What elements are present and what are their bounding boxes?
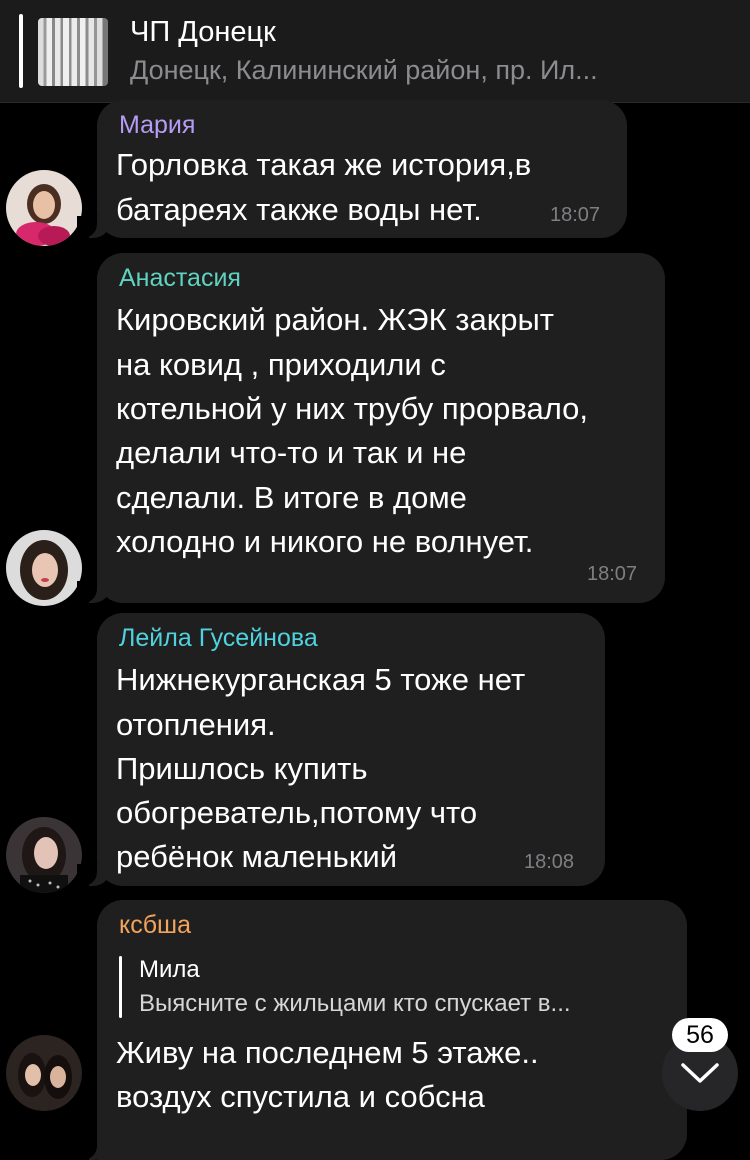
avatar-leila[interactable]: [6, 817, 82, 893]
message-bubble[interactable]: Мария Горловка такая же история,в батаре…: [77, 100, 627, 238]
message-text-line: на ковид , приходили с: [116, 347, 446, 382]
pinned-subtitle: Донецк, Калининский район, пр. Ил...: [130, 55, 598, 85]
message-text-line: ребёнок маленький: [116, 839, 398, 874]
unread-count-badge: 56: [672, 1018, 728, 1052]
message-time: 18:07: [550, 204, 601, 226]
message-text-line: Кировский район. ЖЭК закрыт: [116, 302, 554, 337]
reply-sender: Мила: [139, 956, 200, 983]
message-time: 18:08: [524, 851, 575, 873]
chevron-down-icon: [681, 1063, 719, 1083]
pinned-title: ЧП Донецк: [130, 16, 276, 48]
message-sender[interactable]: Анастасия: [119, 264, 241, 293]
message-bubble[interactable]: Лейла Гусейнова Нижнекурганская 5 тоже н…: [77, 613, 605, 886]
message-text-line: делали что-то и так и не: [116, 435, 467, 470]
message-text-line: котельной у них трубу прорвало,: [116, 391, 589, 426]
message-text-line: Горловка такая же история,в: [116, 147, 532, 182]
message-text-line: отопления.: [116, 707, 276, 742]
message-sender[interactable]: ксбша: [119, 911, 191, 940]
avatar-anastasia[interactable]: [6, 530, 82, 606]
message-sender[interactable]: Мария: [119, 111, 195, 140]
message-text-line: сделали. В итоге в доме: [116, 480, 467, 515]
pinned-message-bar[interactable]: ЧП Донецк Донецк, Калининский район, пр.…: [0, 0, 750, 103]
pinned-thumbnail: [38, 18, 108, 86]
message-text-line: Живу на последнем 5 этаже..: [116, 1035, 539, 1070]
message-text-line: Пришлось купить: [116, 751, 368, 786]
reply-indicator: [119, 956, 122, 1018]
message-bubble[interactable]: Анастасия Кировский район. ЖЭК закрыт на…: [77, 253, 665, 603]
message-text-line: обогреватель,потому что: [116, 795, 478, 830]
message-text-line: холодно и никого не волнует.: [116, 524, 534, 559]
message-bubble[interactable]: ксбша Мила Выясните с жильцами кто спуск…: [77, 900, 687, 1160]
avatar-maria[interactable]: [6, 170, 82, 246]
message-sender[interactable]: Лейла Гусейнова: [119, 624, 318, 653]
pinned-indicator: [19, 14, 23, 88]
reply-text: Выясните с жильцами кто спускает в...: [139, 990, 571, 1017]
message-text-line: батареях также воды нет.: [116, 192, 482, 227]
message-text-line: Нижнекурганская 5 тоже нет: [116, 662, 526, 697]
avatar-ksbsha[interactable]: [6, 1035, 82, 1111]
reply-quote[interactable]: Мила Выясните с жильцами кто спускает в.…: [119, 956, 649, 1024]
message-time: 18:07: [587, 563, 638, 585]
message-text-line: воздух спустила и собсна: [116, 1079, 485, 1114]
